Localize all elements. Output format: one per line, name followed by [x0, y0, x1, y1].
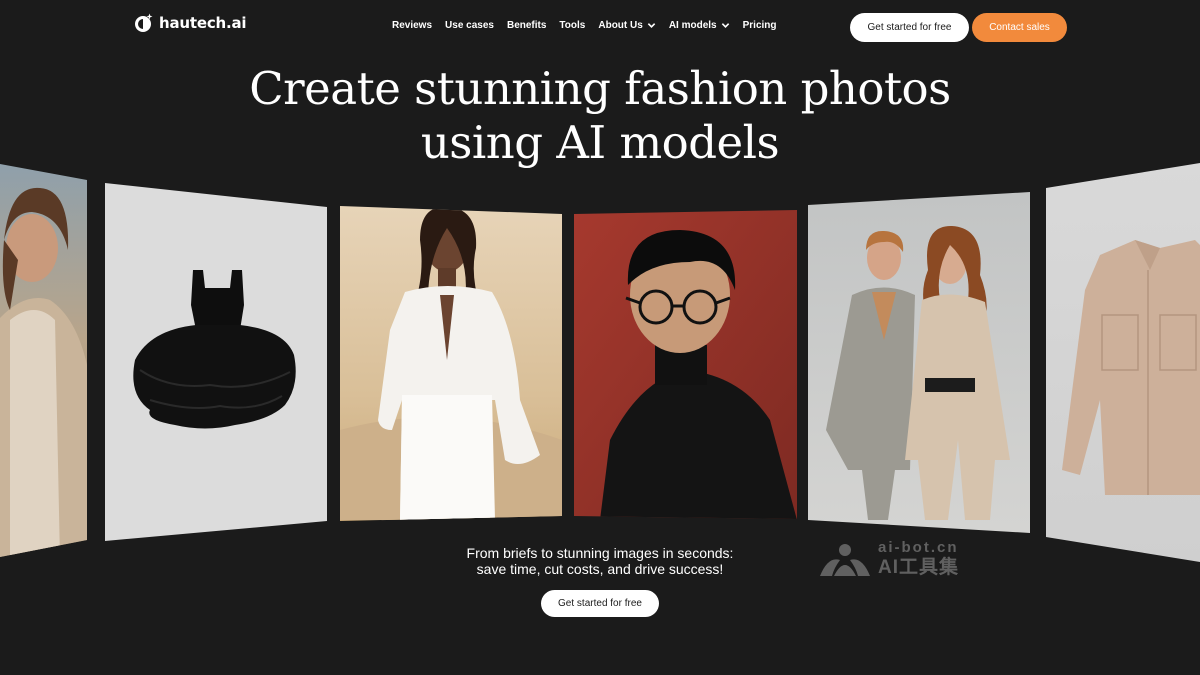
hero-subtitle-line-2: save time, cut costs, and drive success! — [476, 561, 724, 577]
gallery-card-beige-jacket[interactable] — [1046, 163, 1200, 562]
watermark-line-1: ai-bot.cn — [878, 539, 959, 556]
watermark-line-2: AI工具集 — [878, 557, 960, 578]
watermark-logo-icon — [820, 543, 870, 576]
hero-subtitle: From briefs to stunning images in second… — [300, 545, 900, 577]
hero-get-started-button[interactable]: Get started for free — [541, 590, 659, 617]
watermark: ai-bot.cn AI工具集 — [820, 540, 959, 577]
hero-subtitle-line-1: From briefs to stunning images in second… — [466, 545, 734, 561]
gallery-card-man-glasses[interactable] — [574, 210, 797, 520]
gallery-card-couple-suits[interactable] — [808, 192, 1030, 533]
gallery-card-woman-white[interactable] — [340, 206, 562, 521]
gallery-card-black-dress[interactable] — [105, 183, 327, 541]
gallery-card-woman-coat[interactable] — [0, 164, 90, 560]
